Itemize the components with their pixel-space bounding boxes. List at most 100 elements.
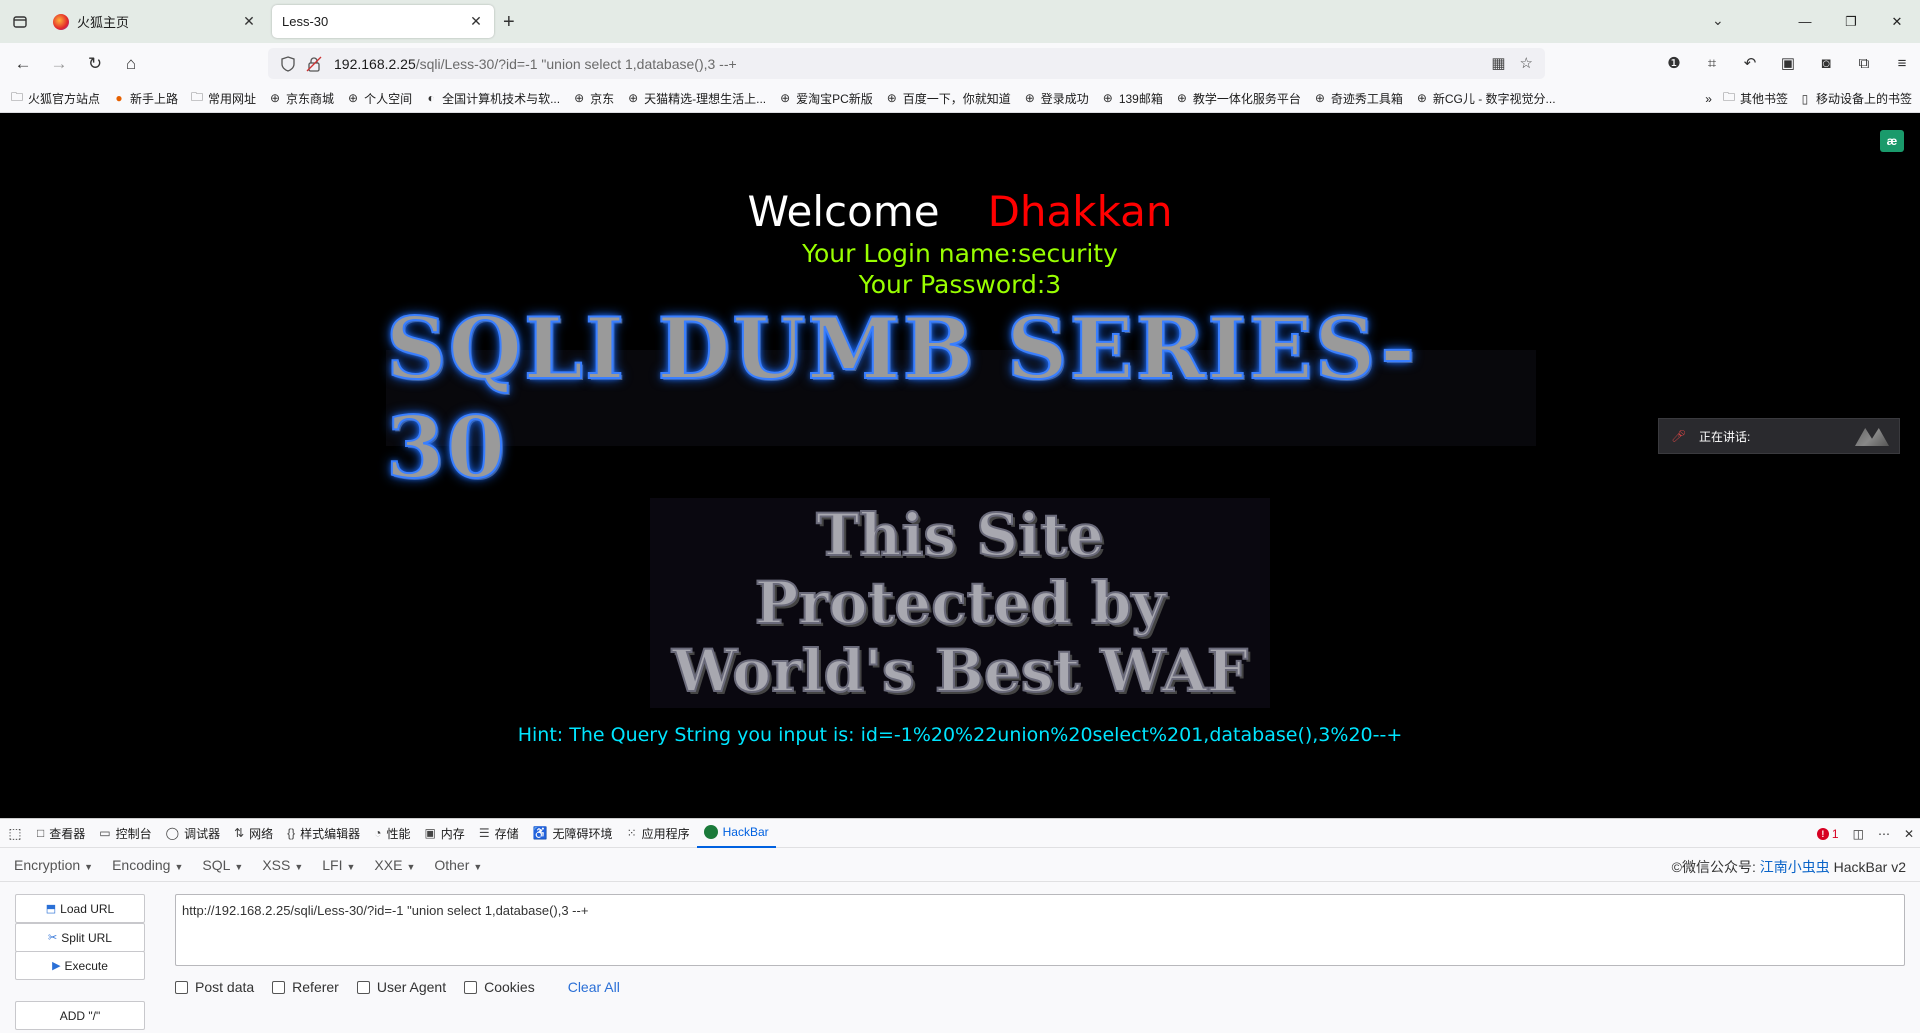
bookmark-item[interactable]: ⊕ 个人空间 [346, 90, 412, 107]
tab-firefox-home[interactable]: 火狐主页 ✕ [43, 5, 267, 38]
hackbar-menu-item[interactable]: XSS ▼ [262, 857, 303, 873]
hackbar-menu-item[interactable]: Encryption ▼ [14, 857, 93, 873]
bookmark-item[interactable]: ⊕ 百度一下，你就知道 [885, 90, 1011, 107]
qr-code-icon[interactable]: ▦ [1491, 54, 1505, 72]
devtools-tab[interactable]: ⇅ 网络 [227, 819, 280, 848]
devtools-tab[interactable]: {} 样式编辑器 [280, 819, 367, 848]
close-window-button[interactable]: ✕ [1874, 0, 1920, 43]
hackbar-menu-item[interactable]: Encoding ▼ [112, 857, 183, 873]
bookmark-label: 火狐官方站点 [28, 91, 101, 106]
hackbar-menu-item[interactable]: SQL ▼ [202, 857, 243, 873]
close-devtools-icon[interactable]: ✕ [1904, 827, 1914, 841]
bookmark-item[interactable]: ⊕ 奇迹秀工具箱 [1313, 90, 1403, 107]
user-agent-checkbox[interactable]: User Agent [356, 979, 446, 995]
devtools-tab[interactable]: ⁙ 应用程序 [620, 819, 697, 848]
url-bar-actions: ▦ ☆ [1491, 54, 1533, 72]
more-icon[interactable]: ⋯ [1878, 827, 1890, 841]
element-picker-icon[interactable]: ⬚ [0, 819, 30, 848]
bookmark-label: 京东商城 [286, 91, 335, 106]
devtools-tab[interactable]: ▣ 内存 [417, 819, 471, 848]
waf-line: This Site [815, 500, 1105, 570]
clear-all-link[interactable]: Clear All [568, 979, 620, 995]
avatar-icon[interactable]: ▣ [1776, 51, 1800, 75]
insecure-lock-icon[interactable] [306, 56, 322, 72]
dock-icon[interactable]: ◫ [1853, 827, 1864, 841]
globe-icon: ⊕ [348, 91, 359, 105]
shield-icon[interactable] [280, 55, 296, 72]
bookmark-item[interactable]: 🗀︎ 火狐官方站点 [10, 90, 100, 107]
bookmark-label: 新CG儿 - 数字视觉分... [1432, 91, 1556, 106]
crop-icon[interactable]: ⌗ [1700, 51, 1724, 75]
menu-icon[interactable]: ≡ [1890, 51, 1914, 75]
mobile-bookmarks[interactable]: ▯ 移动设备上的书签 [1798, 90, 1912, 107]
hackbar-menu-item[interactable]: XXE ▼ [374, 857, 415, 873]
devtools-tab-icon: □ [37, 826, 45, 840]
menu-label: XXE [374, 856, 403, 873]
devtools-tab-label: 无障碍环境 [552, 826, 613, 841]
new-tab-button[interactable]: + [503, 11, 515, 34]
close-tab-icon[interactable]: ✕ [468, 13, 484, 30]
url-bar[interactable]: 192.168.2.25/sqli/Less-30/?id=-1 "union … [268, 48, 1545, 79]
back-button[interactable]: ← [11, 52, 35, 76]
waf-line: Protected by [754, 568, 1167, 638]
error-count[interactable]: ! 1 [1816, 827, 1839, 841]
devtools-tab[interactable]: ◔ 性能 [367, 819, 417, 848]
bookmark-item[interactable]: ⊕ 京东 [572, 90, 614, 107]
load-icon: ⬒ [45, 903, 57, 915]
hackbar-menu-item[interactable]: LFI ▼ [322, 857, 355, 873]
devtools-tab[interactable]: ◯ 调试器 [159, 819, 227, 848]
bookmark-item[interactable]: ● 新手上路 [112, 90, 178, 107]
bookmark-item[interactable]: ⊕ 爱淘宝PC新版 [778, 90, 873, 107]
extension-icon[interactable]: ◙ [1814, 51, 1838, 75]
chevron-down-icon[interactable]: ⌄ [1712, 12, 1724, 29]
site-icon: ◐ [427, 91, 435, 105]
bookmark-item[interactable]: ◐ 全国计算机技术与软... [424, 90, 560, 107]
other-bookmarks[interactable]: 🗀︎ 其他书签 [1722, 90, 1788, 107]
devtools-tab[interactable]: ▭ 控制台 [92, 819, 158, 848]
bookmark-item[interactable]: ⊕ 新CG儿 - 数字视觉分... [1415, 90, 1556, 107]
bookmark-item[interactable]: 🗀︎ 常用网址 [190, 90, 256, 107]
hackbar-url-input[interactable] [175, 894, 1905, 966]
add-slash-button[interactable]: ADD "/" [15, 1001, 145, 1030]
folder-icon: 🗀︎ [1722, 90, 1735, 104]
bookmark-item[interactable]: ⊕ 教学一体化服务平台 [1175, 90, 1301, 107]
cookies-checkbox[interactable]: Cookies [464, 979, 535, 995]
devtools-tab[interactable]: HackBar [696, 819, 776, 848]
speaking-overlay[interactable]: 🎤︎ 正在讲话: [1658, 418, 1900, 454]
bookmark-item[interactable]: ⊕ 天猫精选-理想生活上... [626, 90, 766, 107]
tab-title: Less-30 [282, 14, 329, 29]
bookmark-item[interactable]: ⊕ 京东商城 [268, 90, 334, 107]
post-data-checkbox[interactable]: Post data [175, 979, 254, 995]
devtools-tab[interactable]: ☰ 存储 [472, 819, 526, 848]
toolbar-extensions: ❶ ⌗ ↶ ▣ ◙ ⧉ ≡ [1662, 51, 1914, 75]
home-button[interactable]: ⌂ [119, 52, 143, 76]
devtools-tab[interactable]: □ 查看器 [30, 819, 92, 848]
referer-checkbox[interactable]: Referer [272, 979, 339, 995]
execute-button[interactable]: ▶ Execute [15, 951, 145, 980]
forward-button[interactable]: → [47, 52, 71, 76]
bookmark-item[interactable]: ⊕ 登录成功 [1023, 90, 1089, 107]
bookmark-star-icon[interactable]: ☆ [1520, 54, 1533, 72]
bookmark-label: 常用网址 [208, 91, 257, 106]
devtools-tab-icon: ▭ [99, 826, 111, 840]
minimize-button[interactable]: — [1782, 0, 1828, 43]
extension-badge-icon[interactable]: ❶ [1662, 51, 1686, 75]
tab-list-button[interactable] [8, 10, 32, 34]
bookmarks-right: » 🗀︎ 其他书签 ▯ 移动设备上的书签 [1695, 84, 1912, 113]
restore-button[interactable]: ❐ [1828, 0, 1874, 43]
close-tab-icon[interactable]: ✕ [241, 13, 257, 30]
devtools-tab[interactable]: ♿ 无障碍环境 [526, 819, 620, 848]
bookmark-item[interactable]: ⊕ 139邮箱 [1101, 90, 1163, 107]
devtools-tab-label: HackBar [722, 825, 769, 839]
reload-button[interactable]: ↻ [83, 52, 107, 76]
waf-line: World's Best WAF [671, 636, 1249, 706]
tab-less-30[interactable]: Less-30 ✕ [272, 5, 494, 38]
load-url-button[interactable]: ⬒ Load URL [15, 894, 145, 923]
bookmarks-overflow-icon[interactable]: » [1705, 92, 1712, 106]
firefox-icon [53, 13, 69, 30]
split-url-button[interactable]: ✂ Split URL [15, 923, 145, 952]
undo-icon[interactable]: ↶ [1738, 51, 1762, 75]
puzzle-icon[interactable]: ⧉ [1852, 51, 1876, 75]
extension-icon[interactable]: æ [1880, 130, 1904, 152]
hackbar-menu-item[interactable]: Other ▼ [434, 857, 482, 873]
